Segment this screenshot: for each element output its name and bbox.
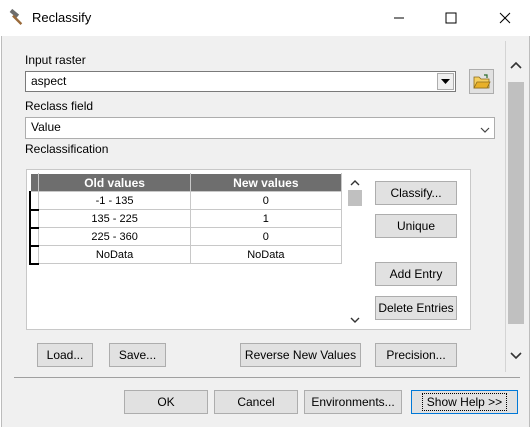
old-value-cell[interactable]: 225 - 360 (38, 227, 191, 246)
input-raster-select[interactable]: aspect (25, 71, 456, 92)
folder-open-icon (472, 73, 491, 88)
input-raster-value: aspect (31, 74, 67, 88)
dialog-client: Input raster aspect Reclass field Value … (1, 36, 530, 427)
minimize-button[interactable] (376, 0, 422, 36)
close-icon (499, 12, 511, 24)
show-help-button[interactable]: Show Help >> (411, 390, 518, 414)
scroll-down-icon[interactable] (350, 313, 360, 327)
browse-button[interactable] (469, 69, 494, 94)
panel-scroll-thumb[interactable] (508, 82, 524, 324)
row-selector-header (29, 173, 40, 192)
table-header-row: Old values New values (29, 173, 343, 192)
table-scrollbar[interactable] (347, 173, 363, 323)
new-value-cell[interactable]: 0 (189, 227, 343, 246)
reclassification-table[interactable]: Old values New values -1 - 135 0 135 - 2 (29, 173, 343, 265)
table-scroll-thumb[interactable] (348, 190, 362, 206)
new-value-cell[interactable]: NoData (189, 245, 343, 264)
row-selector[interactable] (29, 227, 40, 247)
ok-button[interactable]: OK (124, 390, 208, 414)
scroll-up-icon[interactable] (350, 175, 360, 189)
old-value-cell[interactable]: NoData (38, 245, 191, 264)
reclass-field-select[interactable]: Value (25, 117, 495, 139)
reverse-new-values-button[interactable]: Reverse New Values (240, 343, 361, 367)
column-header-old-values[interactable]: Old values (38, 173, 191, 192)
precision-button[interactable]: Precision... (375, 343, 457, 367)
cancel-button[interactable]: Cancel (214, 390, 298, 414)
table-row[interactable]: NoData NoData (29, 245, 343, 265)
row-selector[interactable] (29, 209, 40, 229)
old-value-cell[interactable]: 135 - 225 (38, 209, 191, 228)
add-entry-button[interactable]: Add Entry (375, 262, 457, 286)
divider (14, 377, 520, 378)
load-button[interactable]: Load... (37, 343, 93, 367)
classify-button[interactable]: Classify... (375, 181, 457, 205)
maximize-button[interactable] (428, 0, 474, 36)
close-button[interactable] (482, 0, 528, 36)
table-row[interactable]: -1 - 135 0 (29, 191, 343, 211)
new-value-cell[interactable]: 1 (189, 209, 343, 228)
minimize-icon (394, 17, 404, 19)
hammer-icon (8, 8, 28, 28)
row-selector[interactable] (29, 245, 40, 265)
column-header-new-values[interactable]: New values (189, 173, 343, 192)
maximize-icon (445, 12, 457, 24)
show-help-label: Show Help >> (421, 393, 508, 411)
table-row[interactable]: 135 - 225 1 (29, 209, 343, 229)
scroll-down-icon[interactable] (510, 349, 522, 363)
parameters-panel: Input raster aspect Reclass field Value … (14, 41, 506, 372)
table-row[interactable]: 225 - 360 0 (29, 227, 343, 247)
reclassification-label: Reclassification (25, 142, 109, 156)
unique-button[interactable]: Unique (375, 214, 457, 238)
save-button[interactable]: Save... (109, 343, 166, 367)
chevron-down-icon (441, 78, 450, 84)
environments-button[interactable]: Environments... (304, 390, 402, 414)
row-selector[interactable] (29, 191, 40, 211)
input-raster-dropdown-button[interactable] (437, 73, 454, 90)
chevron-down-icon (480, 123, 490, 137)
reclass-field-value: Value (31, 120, 61, 134)
panel-scrollbar[interactable] (507, 46, 527, 376)
old-value-cell[interactable]: -1 - 135 (38, 191, 191, 210)
window-title: Reclassify (32, 10, 92, 25)
title-bar[interactable]: Reclassify (0, 0, 531, 36)
reclass-field-label: Reclass field (25, 99, 94, 113)
input-raster-label: Input raster (25, 53, 86, 67)
delete-entries-button[interactable]: Delete Entries (375, 296, 457, 320)
scroll-up-icon[interactable] (510, 58, 522, 72)
new-value-cell[interactable]: 0 (189, 191, 343, 210)
